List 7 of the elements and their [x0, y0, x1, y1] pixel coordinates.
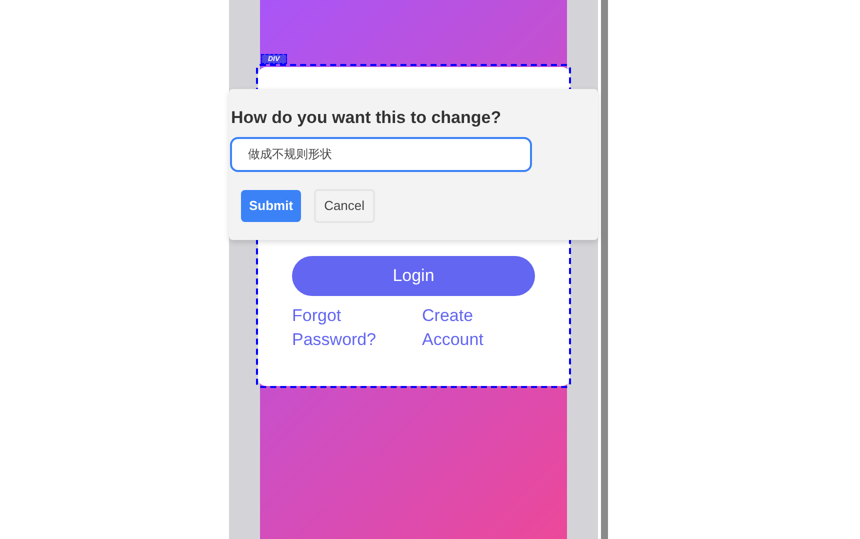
account-link[interactable]: Forgot Password?	[292, 304, 392, 352]
submit-button[interactable]: Submit	[241, 190, 302, 222]
account-link[interactable]: Create Account	[422, 304, 522, 352]
login-button[interactable]: Login	[292, 256, 535, 296]
prompt-title: How do you want this to change?	[231, 107, 502, 129]
input-field[interactable]: 做成不规则形状	[230, 137, 532, 172]
cancel-button[interactable]: Cancel	[314, 189, 375, 223]
